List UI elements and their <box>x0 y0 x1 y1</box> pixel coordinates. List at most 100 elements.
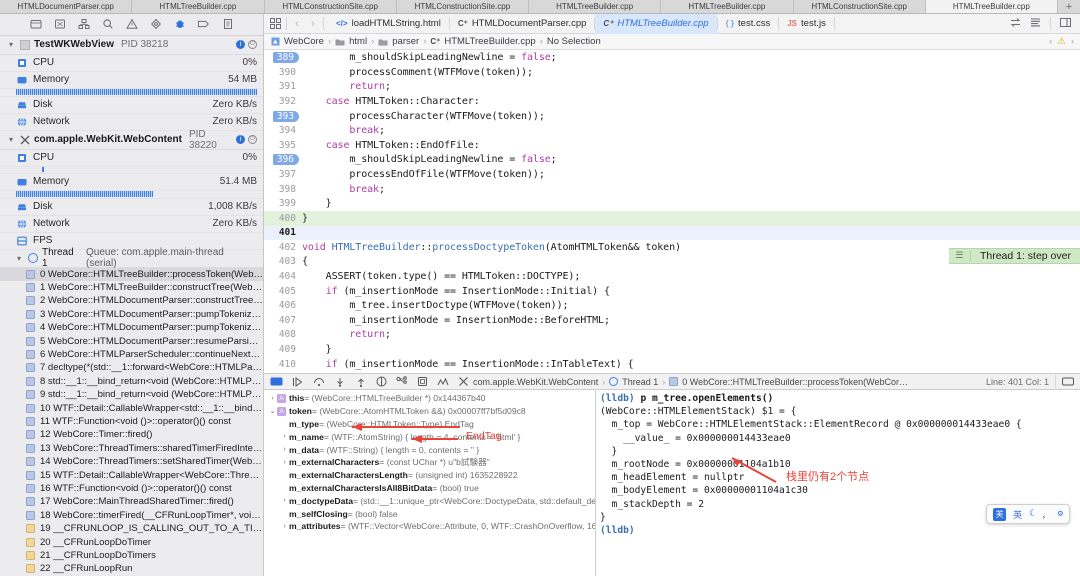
stack-frame-row[interactable]: 0 WebCore::HTMLTreeBuilder::processToken… <box>0 267 263 281</box>
source-editor[interactable]: 389 m_shouldSkipLeadingNewline = false; … <box>264 50 1080 373</box>
issue-stepper[interactable]: ‹ ⚠ › <box>1049 36 1074 47</box>
line-number[interactable]: 397 <box>264 169 302 180</box>
window-tab[interactable]: HTMLTreeBuilder.cpp <box>132 0 265 13</box>
tab-overview-icon[interactable] <box>268 18 282 29</box>
stack-frame-row[interactable]: 17 WebCore::MainThreadSharedTimer::fired… <box>0 495 263 508</box>
stack-frame-row[interactable]: 7 decltype(*(std::__1::forward<WebCore::… <box>0 361 263 374</box>
line-number[interactable]: 389 <box>264 52 302 64</box>
breadcrumb-item[interactable]: No Selection <box>547 36 601 47</box>
assistant-editor-icon[interactable] <box>1060 17 1071 31</box>
variable-row[interactable]: m_externalCharactersLength = (unsigned i… <box>264 469 595 482</box>
step-out-icon[interactable] <box>355 377 367 387</box>
code-text[interactable]: processCharacter(WTFMove(token)); <box>302 111 544 122</box>
ime-english-icon[interactable]: 英 <box>1013 508 1022 521</box>
line-number[interactable]: 395 <box>264 140 302 151</box>
file-tab[interactable]: JS test.js <box>779 14 834 34</box>
process-header[interactable]: ▾ com.apple.WebKit.WebContent PID 38220 … <box>0 129 263 151</box>
stack-frame-row[interactable]: 16 WTF::Function<void ()>::operator()() … <box>0 482 263 495</box>
gauge-row[interactable]: Memory 54 MB <box>0 72 263 89</box>
line-number[interactable]: 407 <box>264 315 302 326</box>
code-text[interactable]: } <box>302 198 332 209</box>
code-line[interactable]: 409 } <box>264 342 1080 357</box>
stack-frame-row[interactable]: 11 WTF::Function<void ()>::operator()() … <box>0 415 263 428</box>
window-tab[interactable]: HTMLTreeBuilder.cpp <box>925 0 1058 13</box>
file-tab[interactable]: C⁺ HTMLTreeBuilder.cpp <box>595 13 717 34</box>
code-text[interactable]: m_tree.insertDoctype(WTFMove(token)); <box>302 300 568 311</box>
line-number[interactable]: 403 <box>264 256 302 267</box>
gauge-row[interactable]: Disk Zero KB/s <box>0 97 263 114</box>
variable-row[interactable]: › m_attributes = (WTF::Vector<WebCore::A… <box>264 520 595 533</box>
simulate-icon[interactable] <box>437 377 449 387</box>
breadcrumb[interactable]: WebCore › html › parser › C⁺ HTMLTreeBuilder.cp… <box>264 34 1080 51</box>
debug-frame-label[interactable]: 0 WebCore::HTMLTreeBuilder::processToken… <box>682 377 910 387</box>
line-number[interactable]: 399 <box>264 198 302 209</box>
code-line[interactable]: 393 processCharacter(WTFMove(token)); <box>264 109 1080 124</box>
code-text[interactable]: ASSERT(token.type() == HTMLToken::DOCTYP… <box>302 271 581 282</box>
line-number[interactable]: 404 <box>264 271 302 282</box>
variable-row[interactable]: m_type = (WebCore::HTMLToken::Type) EndT… <box>264 418 595 431</box>
info-badge-icon[interactable]: i <box>236 135 245 145</box>
gauge-row[interactable]: Network Zero KB/s <box>0 216 263 233</box>
breakpoint-icon[interactable] <box>197 18 210 31</box>
code-line[interactable]: 395 case HTMLToken::EndOfFile: <box>264 138 1080 153</box>
code-line[interactable]: 404 ASSERT(token.type() == HTMLToken::DO… <box>264 269 1080 284</box>
ime-toolbar[interactable]: 芙英 ☾ ， ⚙ <box>986 504 1070 524</box>
stack-frame-row[interactable]: 9 std::__1::__bind_return<void (WebCore:… <box>0 388 263 401</box>
gauge-row[interactable]: Disk 1,008 KB/s <box>0 199 263 216</box>
process-header[interactable]: ▾ TestWKWebView PID 38218 i ⏻ <box>0 36 263 55</box>
forward-arrow-icon[interactable]: › <box>307 18 319 30</box>
code-text[interactable]: return; <box>302 329 391 340</box>
code-line[interactable]: 405 if (m_insertionMode == InsertionMode… <box>264 284 1080 299</box>
code-text[interactable]: return; <box>302 81 391 92</box>
back-arrow-icon[interactable]: ‹ <box>291 18 303 30</box>
stack-frame-row[interactable]: 20 __CFRunLoopDoTimer <box>0 535 263 548</box>
line-number[interactable]: 392 <box>264 96 302 107</box>
stack-frame-row[interactable]: 2 WebCore::HTMLDocumentParser::construct… <box>0 294 263 307</box>
variable-row[interactable]: ⌄ A token = (WebCore::AtomHTMLToken &&) … <box>264 405 595 418</box>
disclosure-triangle-icon[interactable]: › <box>280 433 289 440</box>
power-badge-icon[interactable]: ⏻ <box>248 40 257 50</box>
code-text[interactable]: m_shouldSkipLeadingNewline = false; <box>302 154 556 165</box>
stack-frame-row[interactable]: 10 WTF::Detail::CallableWrapper<std::__1… <box>0 401 263 414</box>
disclosure-triangle-icon[interactable]: › <box>268 395 277 402</box>
stack-frame-row[interactable]: 22 __CFRunLoopRun <box>0 562 263 575</box>
code-line[interactable]: 410 if (m_insertionMode == InsertionMode… <box>264 357 1080 372</box>
code-text[interactable]: m_insertionMode = InsertionMode::BeforeH… <box>302 315 610 326</box>
line-number[interactable]: 394 <box>264 125 302 136</box>
code-line[interactable]: 390 processComment(WTFMove(token)); <box>264 65 1080 80</box>
stack-frame-row[interactable]: 21 __CFRunLoopDoTimers <box>0 549 263 562</box>
line-number[interactable]: 401 <box>264 227 302 238</box>
disclosure-triangle-icon[interactable]: › <box>280 497 289 504</box>
ime-moon-icon[interactable]: ☾ <box>1029 509 1034 519</box>
stack-frame-row[interactable]: 19 __CFRUNLOOP_IS_CALLING_OUT_TO_A_TIMER… <box>0 522 263 535</box>
code-line[interactable]: 398 break; <box>264 182 1080 197</box>
variable-row[interactable]: m_externalCharactersIsAll8BitData = (boo… <box>264 482 595 495</box>
breadcrumb-item[interactable]: parser <box>392 36 419 47</box>
breadcrumb-item[interactable]: html <box>349 36 367 47</box>
open-file-tabs[interactable]: </> loadHTMLString.html C⁺ HTMLDocumentP… <box>328 13 835 34</box>
window-tab[interactable]: HTMLTreeBuilder.cpp <box>529 0 662 13</box>
line-number[interactable]: 408 <box>264 329 302 340</box>
code-text[interactable]: break; <box>302 184 385 195</box>
stack-frame-row[interactable]: 13 WebCore::ThreadTimers::sharedTimerFir… <box>0 442 263 455</box>
disclosure-triangle-icon[interactable]: ▾ <box>6 40 16 49</box>
window-tab[interactable]: HTMLTreeBuilder.cpp <box>661 0 794 13</box>
code-text[interactable]: } <box>302 213 308 224</box>
code-line[interactable]: 389 m_shouldSkipLeadingNewline = false; <box>264 50 1080 65</box>
ime-settings-icon[interactable]: ⚙ <box>1058 509 1063 519</box>
variable-row[interactable]: › A this = (WebCore::HTMLTreeBuilder *) … <box>264 392 595 405</box>
code-text[interactable]: processEndOfFile(WTFMove(token)); <box>302 169 544 180</box>
ime-punct-icon[interactable]: ， <box>1042 508 1051 521</box>
report-icon[interactable] <box>221 18 234 31</box>
file-tab[interactable]: </> loadHTMLString.html <box>328 14 449 34</box>
step-over-icon[interactable] <box>313 377 325 387</box>
file-tab[interactable]: C⁺ HTMLDocumentParser.cpp <box>450 14 595 34</box>
code-line[interactable]: 399 } <box>264 196 1080 211</box>
continue-icon[interactable] <box>292 376 304 387</box>
stack-frame-row[interactable]: 18 WebCore::timerFired(__CFRunLoopTimer*… <box>0 509 263 522</box>
code-text[interactable]: } <box>302 344 332 355</box>
lldb-console[interactable]: (lldb) p m_tree.openElements() (WebCore::… <box>596 390 1080 576</box>
disclosure-triangle-icon[interactable]: ⌄ <box>268 407 277 415</box>
code-text[interactable]: void HTMLTreeBuilder::processDoctypeToke… <box>302 242 681 253</box>
next-issue-icon[interactable]: › <box>1071 36 1074 47</box>
